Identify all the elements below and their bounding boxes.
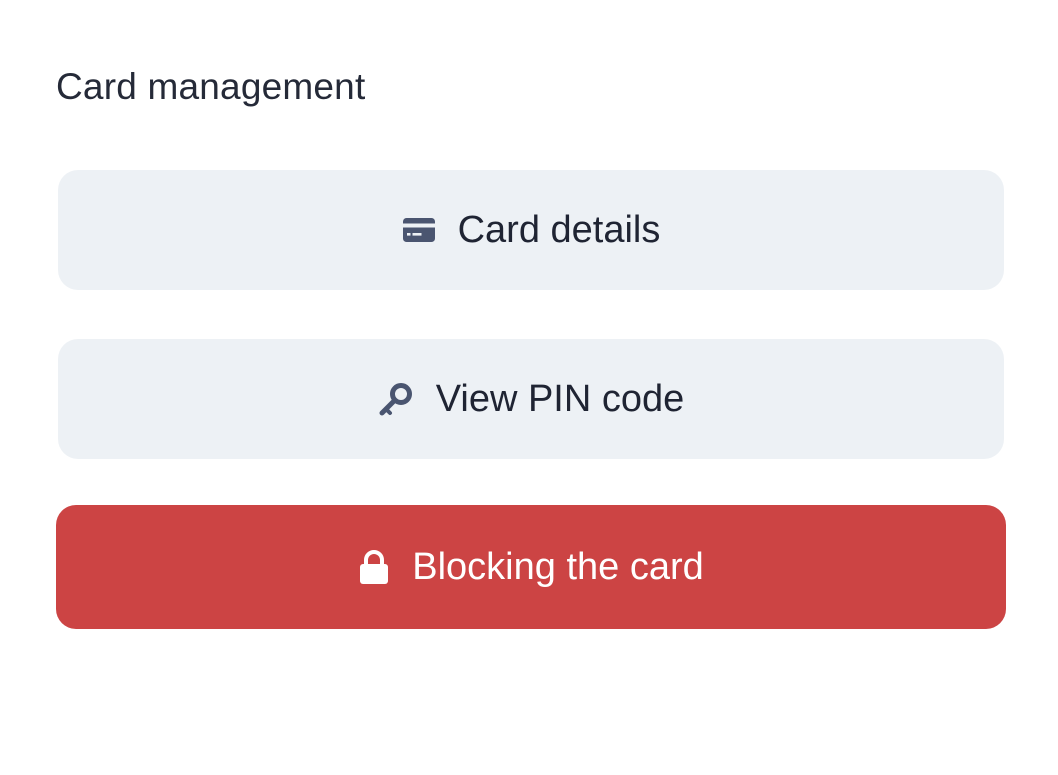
lock-icon bbox=[358, 549, 390, 585]
block-card-label: Blocking the card bbox=[412, 545, 704, 588]
card-details-label: Card details bbox=[457, 208, 661, 251]
view-pin-code-button[interactable]: View PIN code bbox=[58, 339, 1004, 459]
block-card-button[interactable]: Blocking the card bbox=[56, 505, 1006, 629]
card-details-button[interactable]: Card details bbox=[58, 170, 1004, 290]
view-pin-code-label: View PIN code bbox=[435, 377, 685, 420]
credit-card-icon bbox=[402, 217, 436, 243]
section-title: Card management bbox=[56, 66, 366, 107]
key-icon bbox=[378, 381, 414, 417]
